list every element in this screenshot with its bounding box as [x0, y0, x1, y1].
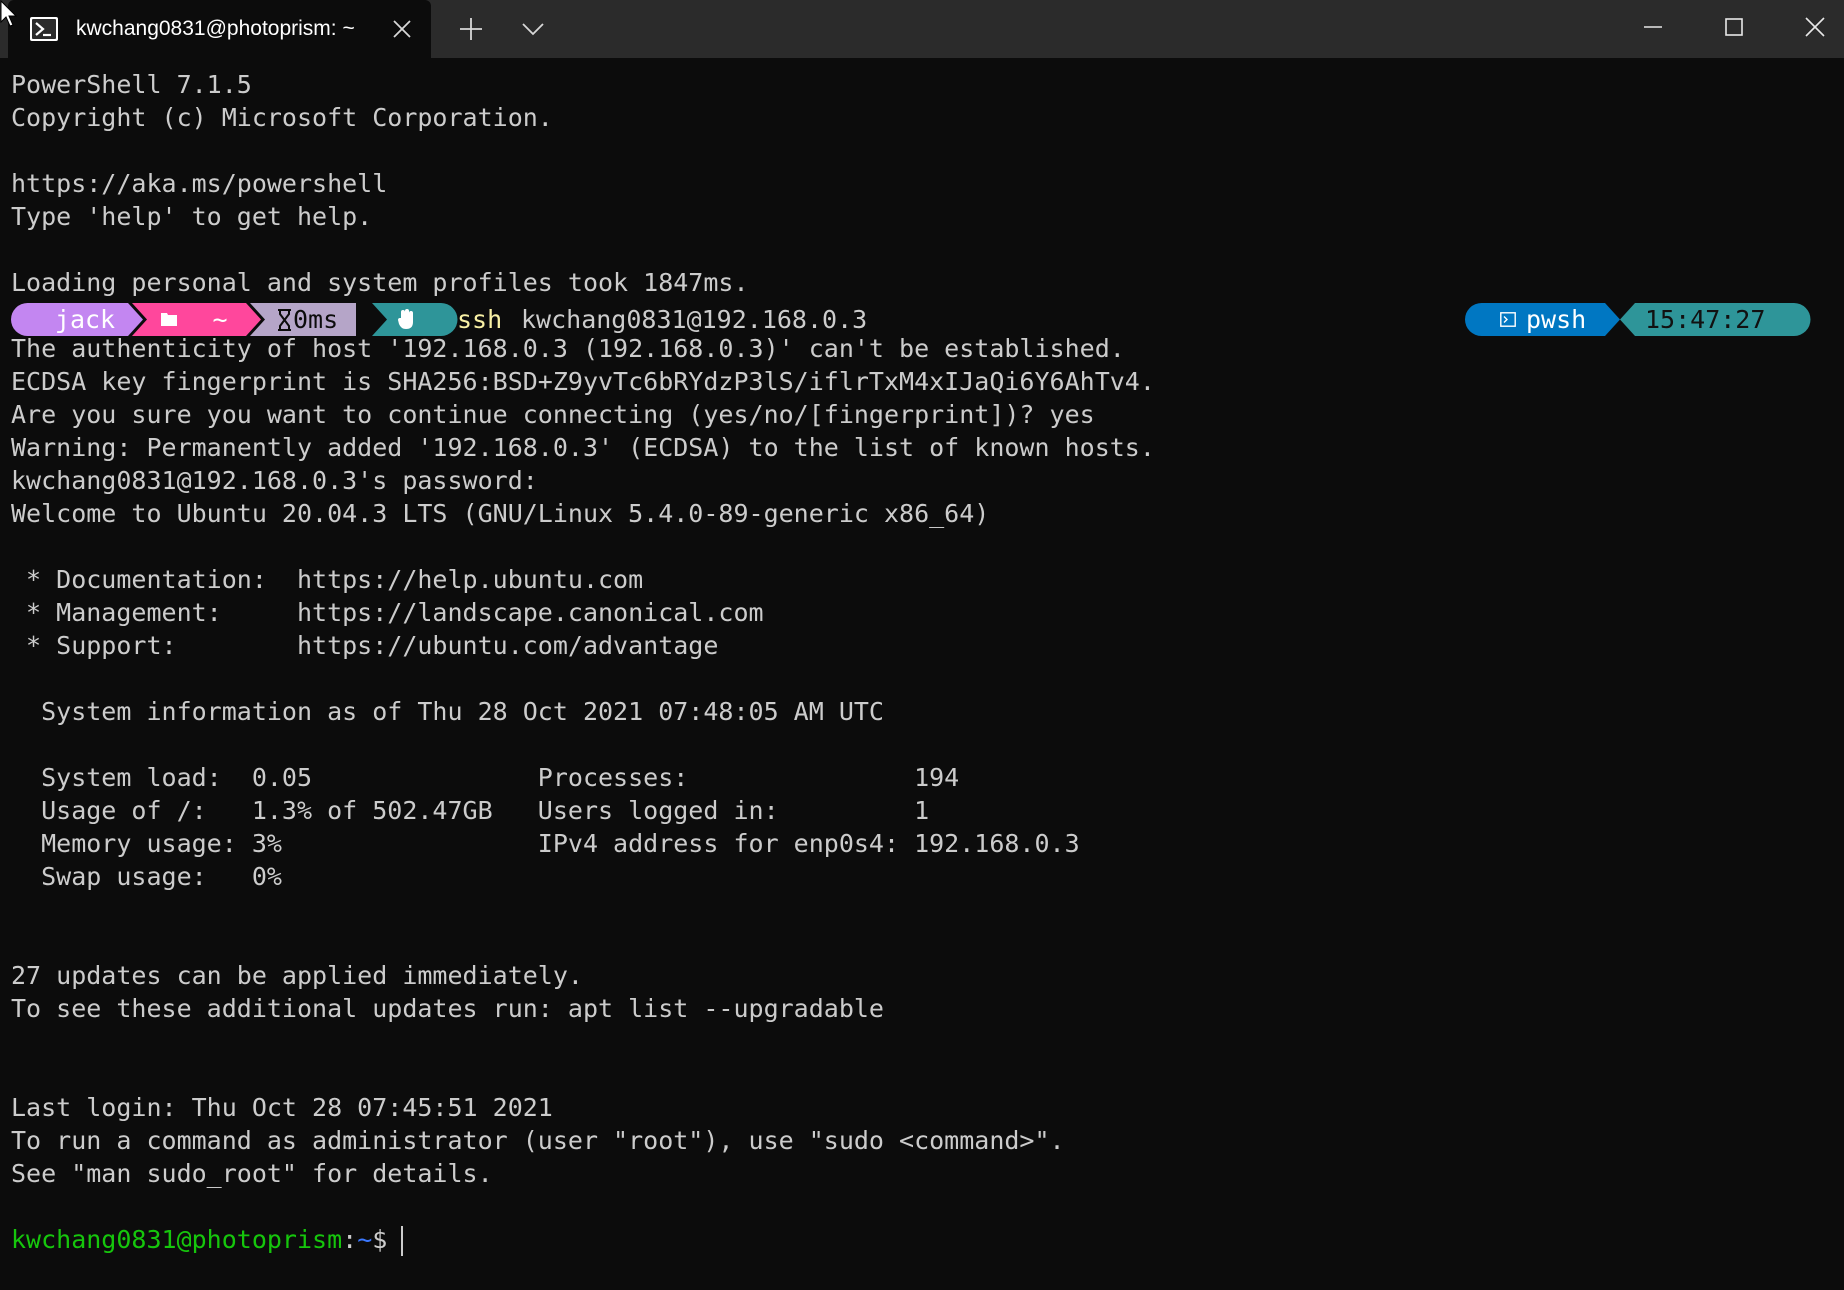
output-line: https://aka.ms/powershell	[11, 169, 388, 198]
bash-prompt: kwchang0831@photoprism:~$	[11, 1223, 387, 1256]
output-line: The authenticity of host '192.168.0.3 (1…	[11, 334, 1125, 363]
output-line: * Management: https://landscape.canonica…	[11, 598, 764, 627]
output-line: Memory usage: 3% IPv4 address for enp0s4…	[11, 829, 1080, 858]
close-icon[interactable]	[391, 18, 413, 40]
plus-icon[interactable]	[458, 16, 484, 42]
prompt-shell: pwsh	[1526, 305, 1587, 334]
tab-active[interactable]: kwchang0831@photoprism: ~	[8, 0, 431, 58]
output-line: See "man sudo_root" for details.	[11, 1159, 493, 1188]
tab-title: kwchang0831@photoprism: ~	[76, 17, 355, 40]
prompt-clock: 15:47:27	[1645, 305, 1766, 334]
output-line: Loading personal and system profiles too…	[11, 268, 749, 297]
output-line: Type 'help' to get help.	[11, 202, 373, 231]
bash-prompt-path: ~	[357, 1225, 373, 1254]
output-line: kwchang0831@192.168.0.3's password:	[11, 466, 538, 495]
bash-prompt-user-host: kwchang0831@photoprism	[11, 1225, 343, 1254]
output-line: Last login: Thu Oct 28 07:45:51 2021	[11, 1093, 553, 1122]
bash-prompt-symbol: $	[372, 1225, 388, 1254]
output-line: * Documentation: https://help.ubuntu.com	[11, 565, 644, 594]
output-line: Usage of /: 1.3% of 502.47GB Users logge…	[11, 796, 930, 825]
terminal-output[interactable]: PowerShell 7.1.5 Copyright (c) Microsoft…	[0, 58, 1844, 1290]
text-cursor	[401, 1226, 403, 1256]
output-line: Are you sure you want to continue connec…	[11, 400, 1095, 429]
output-line: * Support: https://ubuntu.com/advantage	[11, 631, 719, 660]
output-line: PowerShell 7.1.5	[11, 70, 252, 99]
output-line: 27 updates can be applied immediately.	[11, 961, 583, 990]
output-line: ECDSA key fingerprint is SHA256:BSD+Z9yv…	[11, 367, 1155, 396]
maximize-icon[interactable]	[1721, 14, 1747, 40]
hand-icon	[398, 309, 413, 329]
output-line: Copyright (c) Microsoft Corporation.	[11, 103, 553, 132]
terminal-icon	[1500, 312, 1516, 327]
folder-icon	[161, 313, 177, 326]
title-bar: kwchang0831@photoprism: ~	[0, 0, 1844, 58]
mouse-pointer-icon	[0, 0, 18, 27]
output-line: Welcome to Ubuntu 20.04.3 LTS (GNU/Linux…	[11, 499, 990, 528]
output-line: Swap usage: 0%	[11, 862, 282, 891]
output-line: To see these additional updates run: apt…	[11, 994, 884, 1023]
output-line: System information as of Thu 28 Oct 2021…	[11, 697, 884, 726]
hourglass-icon	[278, 309, 291, 331]
chevron-down-icon[interactable]	[521, 20, 545, 38]
minimize-icon[interactable]	[1640, 14, 1666, 40]
powershell-icon	[30, 17, 58, 41]
bash-prompt-colon: :	[342, 1225, 358, 1254]
output-line: Warning: Permanently added '192.168.0.3'…	[11, 433, 1155, 462]
output-line: System load: 0.05 Processes: 194	[11, 763, 960, 792]
output-line: To run a command as administrator (user …	[11, 1126, 1065, 1155]
close-icon[interactable]	[1802, 14, 1828, 40]
